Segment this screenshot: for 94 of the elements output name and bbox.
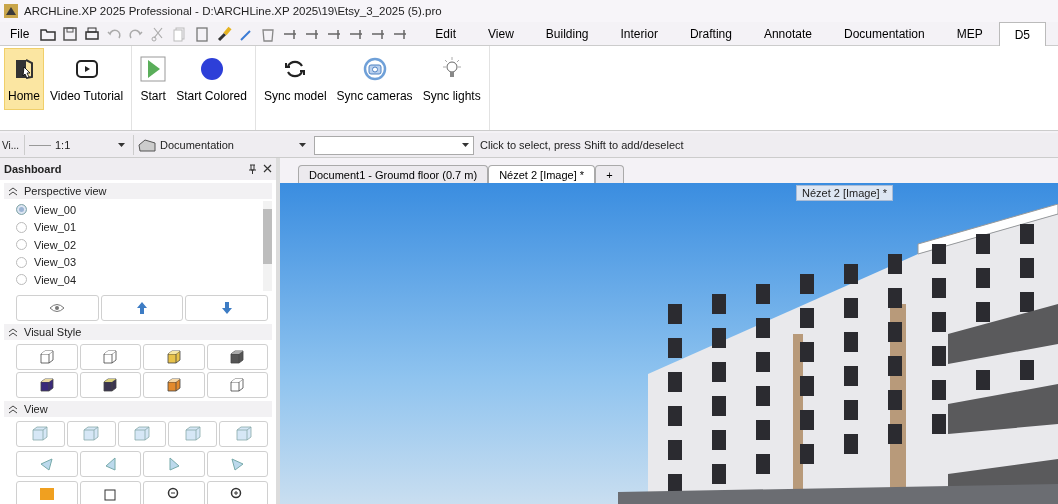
view-option[interactable]: View_01: [16, 218, 263, 236]
view-option[interactable]: View_04: [16, 271, 263, 289]
cube-icon: [102, 377, 119, 393]
view-direction-button[interactable]: [117, 421, 167, 447]
dot-button[interactable]: Start Colored: [172, 48, 251, 110]
radio-button[interactable]: [16, 256, 27, 268]
caret-icon: [299, 143, 306, 147]
document-tab[interactable]: +: [595, 165, 624, 183]
view-direction-button[interactable]: [16, 421, 65, 447]
ribbon-tab[interactable]: Building: [529, 22, 605, 45]
panel-title: Dashboard: [4, 163, 62, 175]
view-option[interactable]: View_03: [16, 253, 263, 271]
triangle-icon: [39, 457, 55, 471]
house-icon: [138, 138, 156, 152]
cube-icon: [183, 426, 202, 442]
camera-button[interactable]: Sync cameras: [332, 48, 417, 110]
file-menu[interactable]: File: [0, 26, 40, 41]
visual-style-button[interactable]: [206, 344, 268, 370]
zoom-out-button[interactable]: [143, 481, 205, 504]
triangle-icon: [166, 457, 182, 471]
scrollbar[interactable]: [263, 201, 272, 291]
panel-label: Vi...: [1, 139, 20, 151]
cube-icon: [229, 349, 246, 365]
document-tab[interactable]: Document1 - Groumd floor (0.7 m): [298, 165, 489, 183]
caret-icon: [118, 143, 125, 147]
print-icon[interactable]: [83, 24, 102, 43]
ribbon-tab[interactable]: Edit: [419, 22, 473, 45]
start-button[interactable]: Start: [136, 48, 171, 110]
render-viewport[interactable]: Nézet 2 [Image] *: [280, 183, 1058, 504]
chevron-icon: [8, 186, 18, 196]
ribbon-tab[interactable]: Drafting: [673, 22, 748, 45]
view-direction-button[interactable]: [168, 421, 218, 447]
section-header[interactable]: Perspective view: [4, 183, 272, 199]
status-text: Click to select, press Shift to add/deselect: [480, 139, 684, 151]
camera-icon: [362, 55, 387, 83]
close-icon[interactable]: [263, 164, 272, 173]
pin-icon[interactable]: [248, 164, 257, 174]
view-option[interactable]: View_00: [16, 201, 263, 219]
video-button[interactable]: Video Tutorial: [46, 48, 128, 110]
app-logo-icon: [4, 4, 18, 18]
arrow-up-icon: [136, 301, 148, 315]
film-icon: [38, 487, 55, 501]
rotate-view-button[interactable]: [16, 451, 78, 477]
radio-button[interactable]: [16, 221, 27, 233]
chevron-icon: [8, 327, 18, 337]
document-tab[interactable]: Nézet 2 [Image] *: [488, 165, 596, 183]
radio-button[interactable]: [16, 274, 27, 286]
triangle-icon: [229, 457, 245, 471]
radio-button[interactable]: [16, 204, 27, 216]
visual-style-button[interactable]: [16, 372, 78, 398]
cube-icon: [133, 426, 151, 442]
play-icon: [140, 55, 167, 83]
save-icon[interactable]: [61, 24, 80, 43]
cube-icon: [165, 377, 182, 393]
view-direction-button[interactable]: [66, 421, 116, 447]
frame-icon: [102, 487, 119, 501]
circle-icon: [199, 55, 224, 83]
window-title: ARCHLine.XP 2025 Professional - D:\ARCHLine.XP 2025\19\Etsy_3_2025 (5).pro: [24, 5, 442, 17]
cube-icon: [229, 377, 246, 393]
section-header[interactable]: Visual Style: [4, 324, 272, 340]
bulb-button[interactable]: Sync lights: [418, 48, 485, 110]
ribbon-tab[interactable]: Documentation: [827, 22, 941, 45]
eye-icon: [49, 302, 66, 314]
ribbon-tab[interactable]: MEP: [940, 22, 999, 45]
cube-icon: [38, 377, 55, 393]
cube-icon: [38, 349, 55, 365]
move-down-button[interactable]: [185, 295, 268, 321]
ribbon-tab[interactable]: Annotate: [747, 22, 828, 45]
view-direction-button[interactable]: [219, 421, 268, 447]
radio-button[interactable]: [16, 239, 27, 251]
arrow-down-icon: [220, 301, 233, 315]
caret-icon: [462, 143, 469, 147]
home-button[interactable]: Home: [4, 48, 44, 110]
zoom-out-icon: [166, 487, 181, 501]
cube-icon: [102, 349, 119, 365]
section-header[interactable]: View: [4, 401, 272, 417]
move-up-button[interactable]: [100, 295, 184, 321]
cube-icon: [82, 426, 101, 442]
view-caption: Nézet 2 [Image] *: [796, 185, 893, 201]
film-button[interactable]: [16, 481, 78, 504]
sync-button[interactable]: Sync model: [259, 48, 331, 110]
zoom-in-button[interactable]: [206, 481, 268, 504]
brush-icon[interactable]: [215, 24, 234, 43]
view-option[interactable]: View_02: [16, 236, 263, 254]
cube-icon: [165, 349, 182, 365]
chevron-icon: [8, 404, 18, 414]
cube-icon: [234, 426, 253, 442]
ribbon-tab[interactable]: View: [472, 22, 530, 45]
ribbon-tab[interactable]: D5: [998, 22, 1047, 46]
cube-icon: [31, 426, 50, 442]
ribbon-tab[interactable]: Interior: [604, 22, 674, 45]
zoom-extents-button[interactable]: [79, 481, 141, 504]
command-field[interactable]: [314, 135, 474, 155]
visual-style-button[interactable]: [79, 372, 141, 398]
